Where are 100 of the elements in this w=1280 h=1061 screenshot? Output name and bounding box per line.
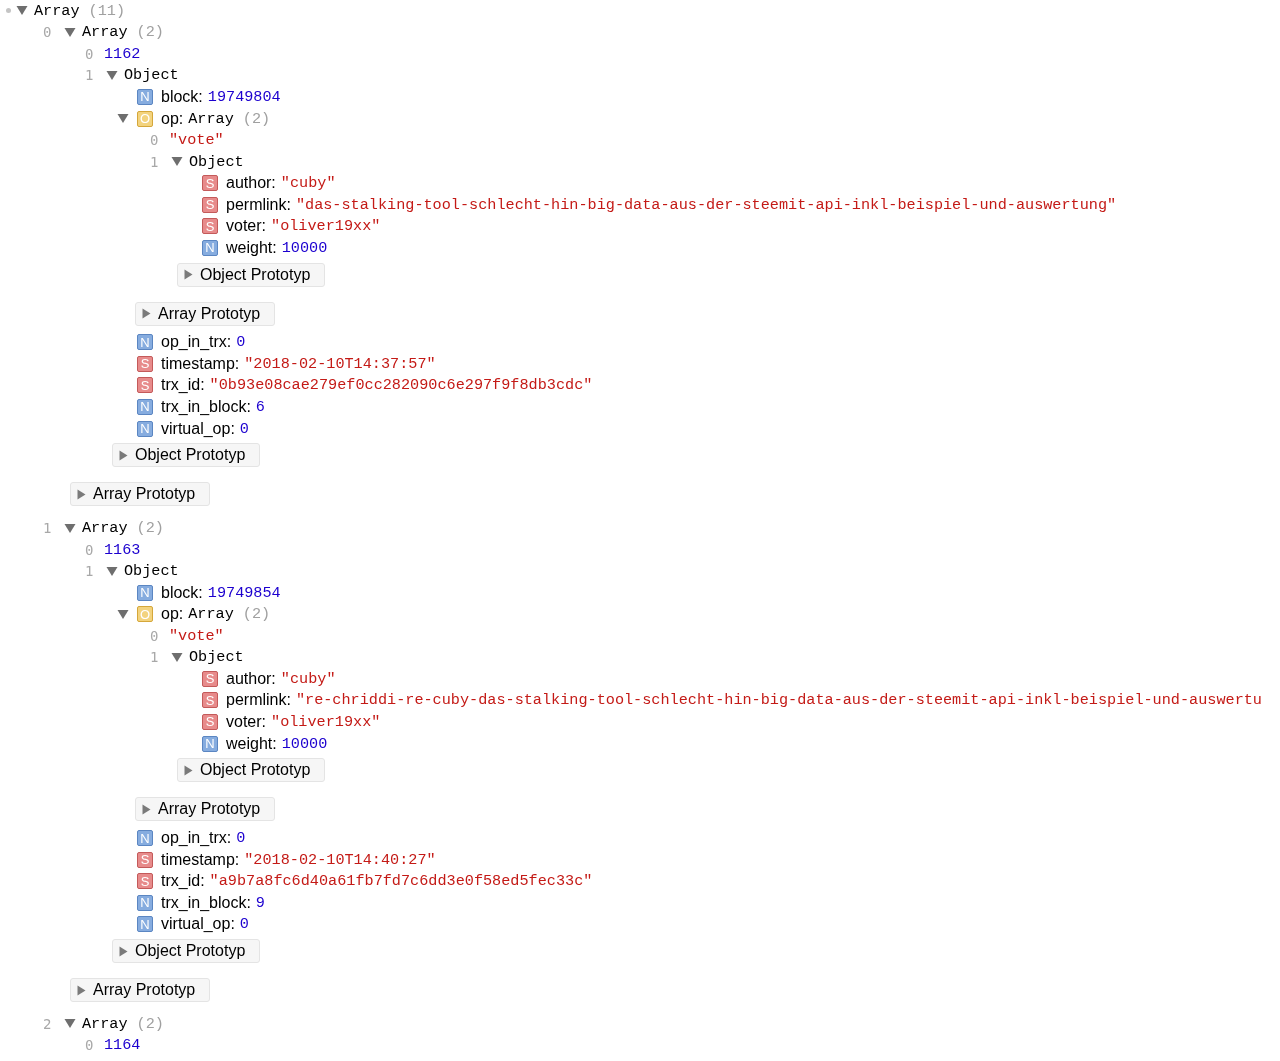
value-text: "cuby" (280, 669, 336, 688)
count-label: (2) (136, 1014, 164, 1033)
type-badge-icon: S (137, 355, 153, 372)
type-badge-icon: S (137, 377, 153, 394)
count-label: (2) (242, 605, 271, 624)
disclosure-triangle-icon (77, 984, 86, 996)
index-label: 1 (85, 563, 95, 580)
disclosure-triangle-icon (184, 269, 193, 281)
value-text: 0 (236, 333, 246, 352)
value-text: 10000 (281, 238, 328, 257)
value-text: "re-chriddi-re-cuby-das-stalking-tool-schlecht-hin-big-data-aus-der-steemit-api-inkl-beispiel-und-auswertu (295, 691, 1262, 710)
index-label: 1 (43, 520, 53, 537)
value-text: 0 (236, 829, 246, 848)
prototype-button[interactable]: Object Prototyp (177, 758, 326, 783)
property-key: op: (161, 109, 184, 128)
type-label: Array (82, 23, 128, 42)
type-badge-icon: S (137, 873, 153, 890)
type-badge-icon: S (202, 714, 218, 730)
index-label: 2 (43, 1015, 53, 1032)
value-text: "oliver19xx" (271, 217, 381, 236)
disclosure-triangle-icon[interactable] (64, 522, 76, 534)
type-badge-icon: N (137, 334, 153, 351)
index-label: 0 (150, 627, 160, 644)
type-badge-icon: S (202, 670, 218, 687)
property-key: voter: (226, 713, 266, 731)
prototype-button[interactable]: Array Prototyp (135, 301, 276, 326)
property-key: op_in_trx: (161, 333, 232, 352)
disclosure-triangle-icon (119, 945, 128, 957)
index-label: 0 (85, 1037, 95, 1054)
type-badge-icon: S (202, 692, 218, 709)
property-key: trx_id: (161, 872, 205, 891)
prototype-button[interactable]: Object Prototyp (112, 939, 261, 964)
property-key: voter: (226, 217, 266, 236)
value-text: "vote" (169, 626, 224, 645)
property-key: block: (161, 87, 203, 106)
type-badge-icon: N (137, 88, 153, 105)
type-badge-icon: N (137, 398, 153, 415)
disclosure-triangle-icon[interactable] (106, 69, 118, 81)
property-key: permlink: (226, 195, 291, 214)
count-label: (11) (88, 1, 126, 20)
property-key: weight: (226, 238, 277, 257)
prototype-button[interactable]: Array Prototyp (135, 797, 276, 822)
prototype-button[interactable]: Array Prototyp (70, 978, 211, 1003)
disclosure-triangle-icon[interactable] (64, 1018, 76, 1030)
index-label: 1 (85, 67, 95, 84)
value-text: 1162 (104, 44, 141, 63)
disclosure-triangle-icon (142, 308, 151, 320)
property-key: virtual_op: (161, 419, 235, 438)
property-key: permlink: (226, 691, 291, 710)
disclosure-triangle-icon[interactable] (117, 113, 129, 124)
value-text: "a9b7a8fc6d40a61fb7fd7c6dd3e0f58ed5fec33c" (209, 872, 593, 891)
disclosure-triangle-icon[interactable] (16, 5, 28, 17)
count-label: (2) (136, 519, 164, 538)
disclosure-triangle-icon[interactable] (171, 156, 183, 168)
disclosure-triangle-icon (142, 803, 151, 815)
type-badge-icon: N (202, 735, 218, 752)
property-key: trx_in_block: (161, 893, 251, 912)
value-text: "das-stalking-tool-schlecht-hin-big-data-aus-der-steemit-api-inkl-beispiel-und-auswertung" (295, 195, 1117, 214)
property-key: op: (161, 605, 184, 624)
property-key: timestamp: (161, 850, 240, 869)
value-text: 9 (255, 893, 265, 912)
type-label: Object (189, 152, 244, 171)
property-key: block: (161, 583, 203, 602)
disclosure-triangle-icon[interactable] (117, 608, 129, 620)
type-badge-icon: N (137, 830, 153, 847)
property-key: virtual_op: (161, 915, 235, 934)
disclosure-triangle-icon[interactable] (64, 26, 76, 38)
value-text: 1163 (104, 540, 141, 559)
value-text: "vote" (169, 131, 224, 150)
value-text: "0b93e08cae279ef0cc282090c6e297f9f8db3cdc" (209, 376, 593, 395)
type-badge-icon: N (137, 916, 153, 933)
value-text: "cuby" (280, 174, 336, 193)
type-label: Object (189, 648, 244, 667)
value-text: 10000 (281, 734, 328, 753)
type-label: Array (34, 1, 80, 20)
disclosure-triangle-icon[interactable] (106, 565, 118, 577)
index-label: 0 (150, 132, 160, 149)
type-label: Array (82, 519, 128, 538)
index-label: 1 (150, 153, 160, 170)
value-text: "2018-02-10T14:37:57" (244, 354, 436, 373)
type-label: Array (188, 605, 234, 624)
type-badge-icon: N (137, 584, 153, 601)
value-text: 0 (239, 419, 249, 438)
type-badge-icon: N (137, 894, 153, 911)
value-text: 19749854 (207, 583, 281, 602)
type-badge-icon: O (137, 110, 153, 127)
type-badge-icon: S (137, 851, 153, 868)
value-text: "oliver19xx" (271, 713, 381, 731)
prototype-button[interactable]: Array Prototyp (70, 482, 211, 507)
prototype-button[interactable]: Object Prototyp (112, 443, 261, 468)
disclosure-triangle-icon (184, 764, 193, 776)
type-badge-icon: S (202, 175, 218, 192)
prototype-button[interactable]: Object Prototyp (177, 262, 326, 287)
value-text: 0 (239, 915, 249, 934)
bullet-icon (6, 8, 11, 14)
disclosure-triangle-icon[interactable] (171, 651, 183, 663)
type-badge-icon: S (202, 196, 218, 213)
type-label: Array (188, 109, 234, 128)
index-label: 0 (85, 45, 95, 62)
value-text: 6 (255, 397, 265, 416)
